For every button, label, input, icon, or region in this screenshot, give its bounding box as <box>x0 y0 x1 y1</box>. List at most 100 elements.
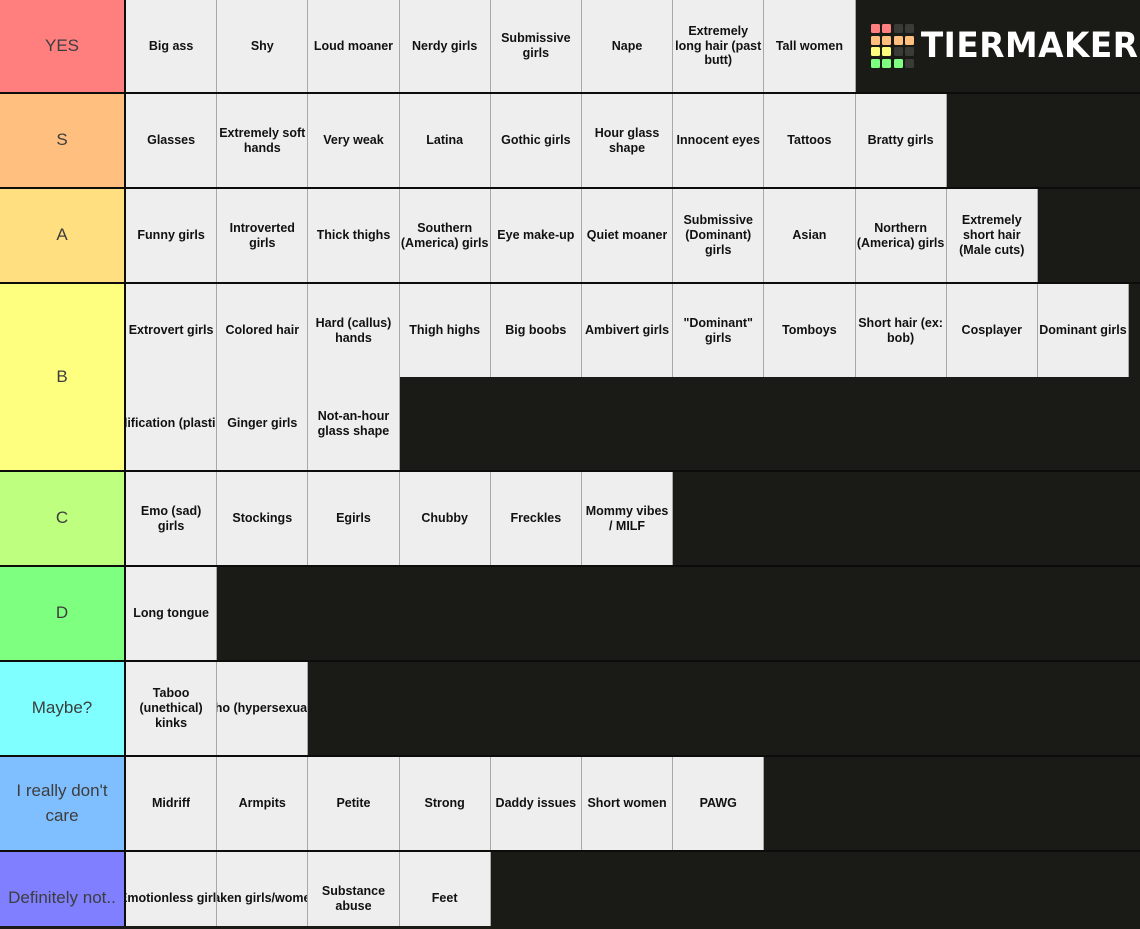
tier-item[interactable]: Funny girls <box>126 189 218 282</box>
tier-label-i-really-don-t-care[interactable]: I really don't care <box>0 757 126 850</box>
tier-item-label: Short hair (ex: bob) <box>858 315 943 345</box>
tier-item[interactable]: "Dominant" girls <box>673 284 765 377</box>
tier-item[interactable]: Extremely soft hands <box>217 94 309 187</box>
tier-label-a[interactable]: A <box>0 189 126 282</box>
tier-item[interactable]: Stockings <box>217 472 309 565</box>
tier-item[interactable]: Eye make-up <box>490 189 582 282</box>
tier-item[interactable]: Shy <box>217 0 309 92</box>
tier-item-label: Eye make-up <box>497 228 575 243</box>
logo-grid-square <box>870 47 880 57</box>
tier-items-container: Big ass Shy Loud moaner Nerdy girls Submissi… <box>126 0 866 92</box>
tier-item[interactable]: Big boobs <box>490 284 582 377</box>
tier-item[interactable]: Ginger girls <box>217 377 309 470</box>
tier-item[interactable]: Glasses <box>126 94 218 187</box>
tier-item[interactable]: Petite <box>308 757 400 850</box>
tier-item[interactable]: Innocent eyes <box>673 94 765 187</box>
tier-item[interactable]: Tomboys <box>764 284 856 377</box>
logo-grid-square <box>905 35 915 45</box>
tier-item[interactable]: Body modification (plastic surgery) <box>126 377 218 470</box>
tier-row: Maybe? Taboo (unethical) kinks Nympho (hyp… <box>0 662 1140 757</box>
tier-item-label: Gothic girls <box>501 133 571 148</box>
tier-item[interactable]: Long tongue <box>126 567 218 660</box>
tier-item[interactable]: Dominant girls <box>1037 284 1130 377</box>
tier-item[interactable]: Loud moaner <box>308 0 400 92</box>
tier-label-yes[interactable]: YES <box>0 0 126 92</box>
tier-item[interactable]: Tattoos <box>764 94 856 187</box>
tier-list-board: YES Big ass Shy Loud moaner Nerdy girls Submi… <box>0 0 1140 929</box>
tier-label-s[interactable]: S <box>0 94 126 187</box>
tier-item-label: Chubby <box>421 511 468 526</box>
tier-label-d[interactable]: D <box>0 567 126 660</box>
tier-item-label: Introverted girls <box>229 220 295 250</box>
tier-item[interactable]: Mommy vibes / MILF <box>581 472 674 565</box>
tier-item[interactable]: Extremely long hair (past butt) <box>673 0 765 92</box>
tier-item[interactable]: Chubby <box>399 472 491 565</box>
tier-item-label: Petite <box>336 796 371 811</box>
tier-item-label: Tall women <box>775 38 843 53</box>
tier-item-label: Glasses <box>147 133 196 148</box>
tier-item[interactable]: Substance abuse <box>308 852 400 929</box>
tier-item-label: Loud moaner <box>313 38 394 53</box>
tier-item[interactable]: Freckles <box>490 472 582 565</box>
tier-item[interactable]: Submissive girls <box>490 0 582 92</box>
tier-item[interactable]: Nape <box>581 0 674 92</box>
tier-item[interactable]: Nerdy girls <box>399 0 491 92</box>
tier-label-c[interactable]: C <box>0 472 126 565</box>
tier-label-b[interactable]: B <box>0 284 126 470</box>
tier-item[interactable]: Colored hair <box>217 284 309 377</box>
tier-item[interactable]: Strong <box>399 757 491 850</box>
tier-item[interactable]: Northern (America) girls <box>855 189 947 282</box>
tier-item[interactable]: Submissive (Dominant) girls <box>673 189 765 282</box>
tier-label-definitely-not[interactable]: Definitely not.. <box>0 852 126 929</box>
tier-item[interactable]: Quiet moaner <box>581 189 674 282</box>
tier-item[interactable]: Latina <box>399 94 491 187</box>
tier-items-container: Glasses Extremely soft hands Very weak Lati… <box>126 94 1140 187</box>
tier-item[interactable]: Extrovert girls <box>126 284 218 377</box>
tier-item[interactable]: PAWG <box>673 757 765 850</box>
tier-item[interactable]: Big ass <box>126 0 218 92</box>
tier-item[interactable]: Nympho (hypersexual) girls <box>217 662 309 755</box>
tier-item[interactable]: Midriff <box>126 757 218 850</box>
tier-item[interactable]: Short women <box>581 757 674 850</box>
tier-items-container: Funny girls Introverted girls Thick thighs… <box>126 189 1140 282</box>
tier-item[interactable]: Egirls <box>308 472 400 565</box>
logo-grid-square <box>905 58 915 68</box>
tier-item[interactable]: Thick thighs <box>308 189 400 282</box>
logo-grid-square <box>893 24 903 34</box>
tier-item-label: Feet <box>431 891 458 906</box>
tier-item[interactable]: Feet <box>399 852 491 929</box>
tier-item[interactable]: Very weak <box>308 94 400 187</box>
tier-item-label: Southern (America) girls <box>400 220 489 250</box>
tier-item[interactable]: Ambivert girls <box>581 284 674 377</box>
tier-item-label: Northern (America) girls <box>856 220 945 250</box>
tier-item[interactable]: Thigh highs <box>399 284 491 377</box>
tier-row: S Glasses Extremely soft hands Very weak Lat… <box>0 94 1140 189</box>
tier-item[interactable]: Bratty girls <box>855 94 947 187</box>
tier-item[interactable]: Cosplayer <box>946 284 1038 377</box>
tier-item-label: Submissive (Dominant) girls <box>683 213 753 257</box>
tier-item[interactable]: Taken girls/women <box>217 852 309 929</box>
tier-item[interactable]: Asian <box>764 189 856 282</box>
tier-items-container: Taboo (unethical) kinks Nympho (hypersexu… <box>126 662 1140 755</box>
logo-grid-square <box>905 24 915 34</box>
tier-item[interactable]: Emo (sad) girls <box>126 472 218 565</box>
tier-item[interactable]: Emotionless girls <box>126 852 218 929</box>
tier-item[interactable]: Armpits <box>217 757 309 850</box>
tier-label-maybe[interactable]: Maybe? <box>0 662 126 755</box>
tier-item[interactable]: Extremely short hair (Male cuts) <box>946 189 1038 282</box>
tier-item-label: Not-an-hour glass shape <box>317 408 390 438</box>
tier-item[interactable]: Taboo (unethical) kinks <box>126 662 218 755</box>
tier-item[interactable]: Introverted girls <box>217 189 309 282</box>
tier-item[interactable]: Not-an-hour glass shape <box>308 377 400 470</box>
tier-item[interactable]: Tall women <box>764 0 856 92</box>
tier-item-label: Midriff <box>152 796 191 811</box>
tier-item-label: Mommy vibes / MILF <box>585 503 669 533</box>
tier-item-label: Nympho (hypersexual) girls <box>217 701 309 716</box>
tier-item[interactable]: Short hair (ex: bob) <box>855 284 947 377</box>
tier-item[interactable]: Hard (callus) hands <box>308 284 400 377</box>
tier-item-label: Cosplayer <box>961 323 1022 338</box>
tier-item[interactable]: Southern (America) girls <box>399 189 491 282</box>
tier-item[interactable]: Hour glass shape <box>581 94 674 187</box>
tier-item[interactable]: Gothic girls <box>490 94 582 187</box>
tier-item[interactable]: Daddy issues <box>490 757 582 850</box>
